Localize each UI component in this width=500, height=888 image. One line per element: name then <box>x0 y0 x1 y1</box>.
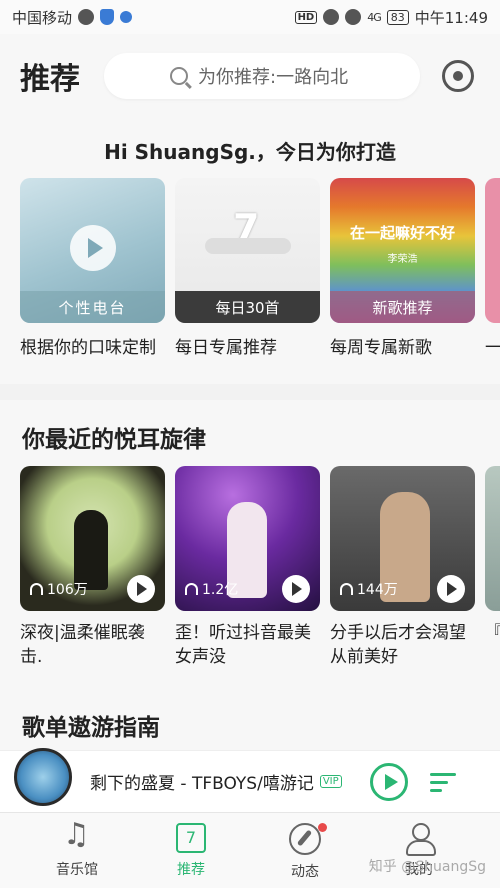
peek-playlist-card[interactable]: 『你 <box>485 466 500 669</box>
playlist-guide-section: 歌单遨游指南 <box>0 690 500 750</box>
playlist-cover: 144万 <box>330 466 475 611</box>
headphone-icon <box>30 583 43 595</box>
mini-player[interactable]: 剩下的盛夏 - TFBOYS/嘻游记 VIP <box>0 747 500 812</box>
user-icon <box>404 823 436 856</box>
play-count-value: 106万 <box>47 582 88 598</box>
search-placeholder: 为你推荐:一路向北 <box>198 67 349 88</box>
cover-label: 每日30首 <box>175 291 320 323</box>
card-caption: 每周专属新歌 <box>330 338 432 358</box>
music-note-icon <box>62 817 92 853</box>
playlist-card[interactable]: 144万 分手以后才会渴望从前美好 <box>330 466 475 669</box>
headphone-icon <box>185 583 198 595</box>
peek-cover <box>485 466 500 611</box>
eye-icon <box>323 9 340 25</box>
search-input[interactable]: 为你推荐:一路向北 <box>104 53 420 99</box>
personal-radio-card[interactable]: 个性电台 根据你的口味定制 <box>20 178 165 358</box>
daily-recommend-section: Hi ShuangSg.，今日为你打造 个性电台 根据你的口味定制 7 每日30… <box>0 118 500 384</box>
card-caption: 根据你的口味定制 <box>20 338 156 358</box>
playlist-title: 分手以后才会渴望从前美好 <box>330 623 466 667</box>
tab-feed[interactable]: 动态 <box>248 813 362 888</box>
status-right: HD 4G 83 中午11:49 <box>294 7 488 28</box>
playlist-card[interactable]: 1.2亿 歪！听过抖音最美女声没 <box>175 466 320 669</box>
status-bar: 中国移动 HD 4G 83 中午11:49 <box>0 0 500 34</box>
play-icon[interactable] <box>282 575 310 603</box>
search-icon <box>170 67 188 85</box>
card-caption: 每日专属推荐 <box>175 338 277 358</box>
new-songs-cover: 在一起嘛好不好 李荣浩 新歌推荐 <box>330 178 475 323</box>
cover-label: 新歌推荐 <box>330 291 475 323</box>
play-count: 1.2亿 <box>185 579 238 599</box>
bottom-tab-bar: 音乐馆 7 推荐 动态 我的 <box>0 812 500 888</box>
playlist-title: 深夜|温柔催眠袭击. <box>20 623 145 667</box>
cover-song-title: 在一起嘛好不好 <box>349 224 455 242</box>
tab-mine[interactable]: 我的 <box>362 813 476 888</box>
personal-radio-cover: 个性电台 <box>20 178 165 323</box>
hd-badge: HD <box>294 10 318 24</box>
compass-icon <box>289 823 321 855</box>
tab-label: 动态 <box>291 864 319 880</box>
cover-artwork <box>74 510 108 590</box>
play-count: 144万 <box>340 579 398 599</box>
paw-icon <box>120 11 133 23</box>
now-playing-title: 剩下的盛夏 - TFBOYS/嘻游记 <box>90 774 314 794</box>
wifi-icon <box>345 9 362 25</box>
cover-artist: 李荣浩 <box>387 254 418 265</box>
tab-label: 推荐 <box>177 862 205 878</box>
daily-30-cover: 7 每日30首 <box>175 178 320 323</box>
headphone-icon <box>340 583 353 595</box>
watermark: 知乎 @ShuangSg <box>368 859 486 875</box>
recent-melodies-section: 你最近的悦耳旋律 106万 深夜|温柔催眠袭击. 1.2亿 歪！听过抖音最美女声… <box>0 400 500 690</box>
peek-card[interactable]: 一 <box>485 178 500 358</box>
play-icon[interactable] <box>70 225 116 271</box>
peek-cover <box>485 178 500 323</box>
play-icon[interactable] <box>127 575 155 603</box>
playlist-row: 106万 深夜|温柔催眠袭击. 1.2亿 歪！听过抖音最美女声没 144万 分手… <box>20 466 500 669</box>
new-songs-card[interactable]: 在一起嘛好不好 李荣浩 新歌推荐 每周专属新歌 <box>330 178 475 358</box>
status-left: 中国移动 <box>12 7 133 28</box>
play-count-value: 144万 <box>357 582 398 598</box>
vip-badge: VIP <box>319 775 342 788</box>
shield-icon <box>100 9 115 25</box>
playlist-title: 『你 <box>485 621 500 669</box>
daily-30-card[interactable]: 7 每日30首 每日专属推荐 <box>175 178 320 358</box>
playlist-cover: 106万 <box>20 466 165 611</box>
playlist-queue-icon[interactable] <box>429 771 456 793</box>
cover-label: 个性电台 <box>20 291 165 323</box>
today-icon: 7 <box>176 823 206 853</box>
playlist-title: 歪！听过抖音最美女声没 <box>175 623 311 667</box>
tab-music-hall[interactable]: 音乐馆 <box>20 813 134 888</box>
header: 推荐 为你推荐:一路向北 <box>0 34 500 118</box>
album-art[interactable] <box>14 747 72 806</box>
play-button[interactable] <box>369 762 408 801</box>
battery-indicator: 83 <box>386 9 409 25</box>
card-caption: 一 <box>485 338 500 358</box>
tab-recommend[interactable]: 7 推荐 <box>134 813 248 888</box>
section-title: 你最近的悦耳旋律 <box>22 427 206 453</box>
music-radar-icon[interactable] <box>442 60 474 92</box>
tab-label: 音乐馆 <box>56 862 98 878</box>
signal-icon: 4G <box>367 10 381 24</box>
section-title: 歌单遨游指南 <box>22 715 160 741</box>
recommend-cards: 个性电台 根据你的口味定制 7 每日30首 每日专属推荐 在一起嘛好不好 李荣浩… <box>20 178 500 358</box>
clock: 中午11:49 <box>414 8 488 27</box>
carrier-label: 中国移动 <box>12 8 73 27</box>
play-icon[interactable] <box>437 575 465 603</box>
notification-dot <box>318 823 327 832</box>
play-count-value: 1.2亿 <box>202 582 239 598</box>
page-title: 推荐 <box>20 62 80 97</box>
playlist-cover: 1.2亿 <box>175 466 320 611</box>
globe-icon <box>78 9 95 25</box>
cover-artwork <box>205 238 291 254</box>
play-count: 106万 <box>30 579 88 599</box>
playlist-card[interactable]: 106万 深夜|温柔催眠袭击. <box>20 466 165 669</box>
greeting-text: Hi ShuangSg.，今日为你打造 <box>104 140 396 164</box>
